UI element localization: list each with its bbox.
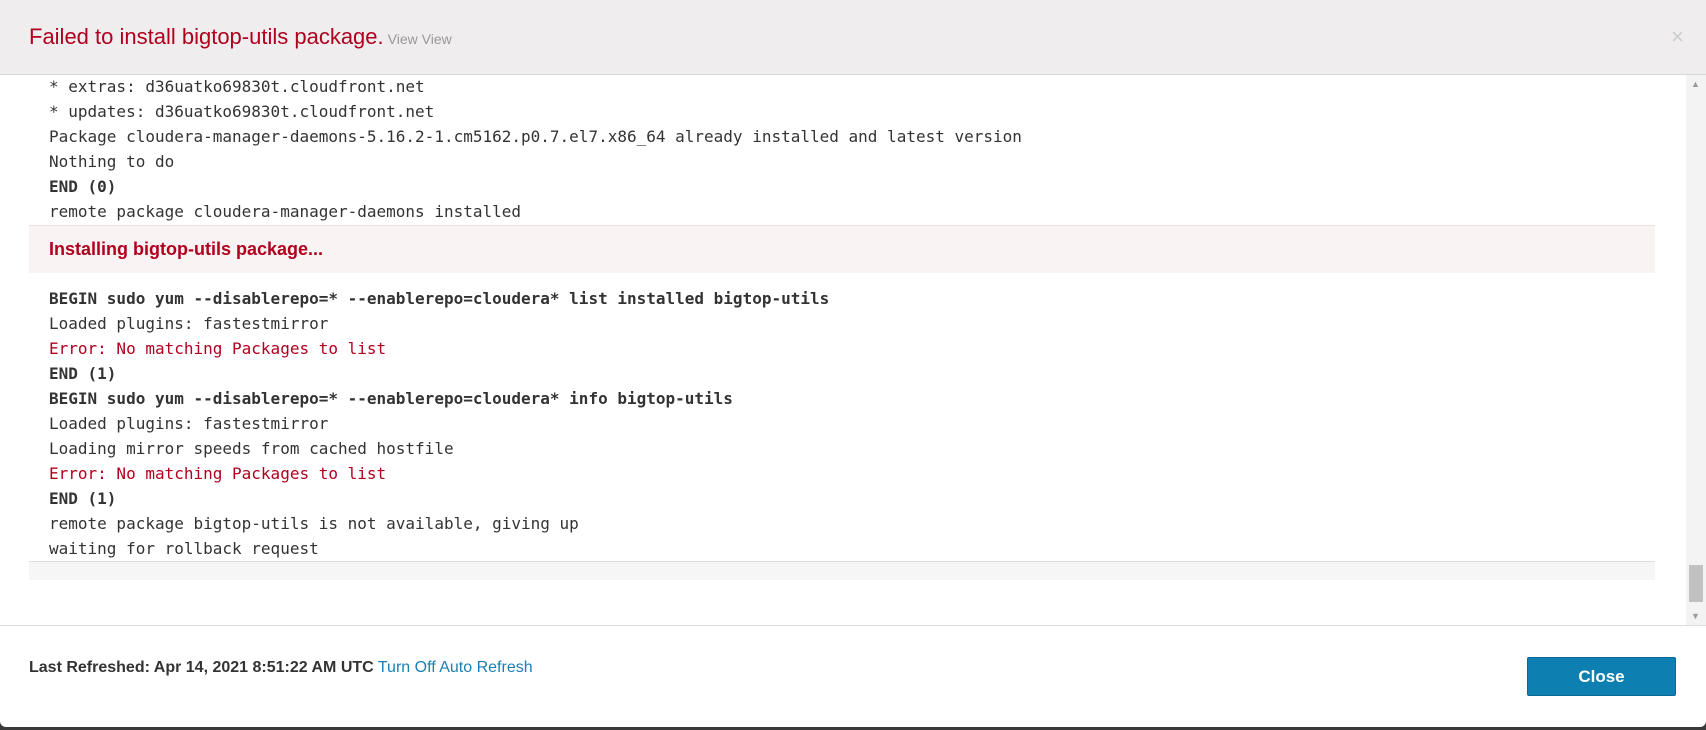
log-line: Nothing to do: [49, 152, 175, 171]
log-line: Package cloudera-manager-daemons-5.16.2-…: [49, 127, 1022, 146]
close-button[interactable]: Close: [1527, 657, 1676, 696]
dialog-title: Failed to install bigtop-utils package. V…: [29, 24, 452, 50]
log-line: Error: No matching Packages to list: [49, 464, 387, 483]
log-line: END (0): [49, 177, 117, 196]
footer-status: Last Refreshed: Apr 14, 2021 8:51:22 AM …: [29, 659, 533, 677]
log-line: remote package cloudera-manager-daemons …: [49, 202, 522, 221]
title-text: Failed to install bigtop-utils package.: [29, 24, 384, 49]
last-refreshed: Last Refreshed: Apr 14, 2021 8:51:22 AM …: [29, 659, 374, 676]
scroll-down-icon[interactable]: ▼: [1691, 611, 1700, 621]
title-subtitle: View View: [387, 31, 452, 47]
turn-off-auto-refresh-link[interactable]: Turn Off Auto Refresh: [378, 659, 533, 676]
log-line: END (1): [49, 364, 117, 383]
scrollbar[interactable]: ▲ ▼: [1686, 75, 1706, 625]
log-line: Loading mirror speeds from cached hostfi…: [49, 439, 454, 458]
log-line: remote package bigtop-utils is not avail…: [49, 514, 579, 533]
scroll-up-icon[interactable]: ▲: [1691, 79, 1700, 89]
log-line: BEGIN sudo yum --disablerepo=* --enabler…: [49, 289, 830, 308]
scrollbar-thumb[interactable]: [1689, 565, 1703, 602]
log-line: * extras: d36uatko69830t.cloudfront.net: [49, 77, 425, 96]
log-line: BEGIN sudo yum --disablerepo=* --enabler…: [49, 389, 733, 408]
install-failure-dialog: Failed to install bigtop-utils package. V…: [0, 0, 1706, 727]
close-icon[interactable]: ×: [1671, 24, 1684, 50]
log-line: Loaded plugins: fastestmirror: [49, 414, 329, 433]
section-header: Installing bigtop-utils package...: [29, 225, 1655, 273]
log-line: Error: No matching Packages to list: [49, 339, 387, 358]
dialog-header: Failed to install bigtop-utils package. V…: [0, 0, 1706, 75]
log-line: * updates: d36uatko69830t.cloudfront.net: [49, 102, 435, 121]
log-footer-band: [29, 561, 1655, 580]
log-line: waiting for rollback request: [49, 539, 319, 558]
log-line: END (1): [49, 489, 117, 508]
log-line: Loaded plugins: fastestmirror: [49, 314, 329, 333]
log-panel: * extras: d36uatko69830t.cloudfront.net *…: [0, 75, 1706, 626]
log-output: * extras: d36uatko69830t.cloudfront.net *…: [29, 75, 1655, 580]
